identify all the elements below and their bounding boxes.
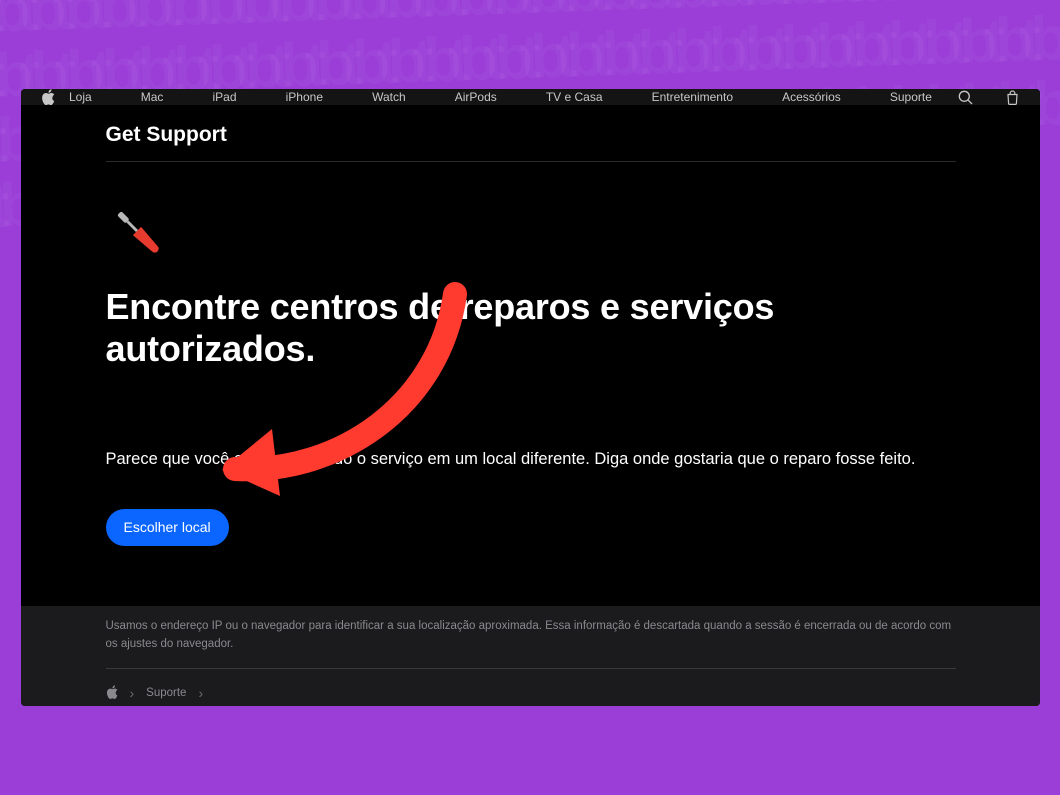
page-content: Get Support Encontre centros de reparos … bbox=[106, 105, 956, 606]
apple-logo-small-icon[interactable] bbox=[106, 685, 118, 702]
nav-item-tv-casa[interactable]: TV e Casa bbox=[546, 90, 603, 104]
nav-item-ipad[interactable]: iPad bbox=[213, 90, 237, 104]
footer: Usamos o endereço IP ou o navegador para… bbox=[21, 606, 1040, 706]
screwdriver-icon bbox=[106, 200, 956, 262]
footer-divider-1 bbox=[106, 668, 956, 669]
choose-location-button[interactable]: Escolher local bbox=[106, 509, 229, 546]
breadcrumb: › Suporte › bbox=[106, 683, 956, 704]
nav-links: Loja Mac iPad iPhone Watch AirPods TV e … bbox=[55, 90, 944, 104]
footer-ip-notice: Usamos o endereço IP ou o navegador para… bbox=[106, 618, 956, 654]
nav-item-watch[interactable]: Watch bbox=[372, 90, 406, 104]
nav-item-loja[interactable]: Loja bbox=[69, 90, 92, 104]
nav-item-mac[interactable]: Mac bbox=[141, 90, 164, 104]
breadcrumb-suporte[interactable]: Suporte bbox=[146, 687, 186, 699]
chevron-right-icon: › bbox=[130, 685, 135, 701]
search-icon[interactable] bbox=[958, 90, 973, 105]
bag-icon[interactable] bbox=[1005, 90, 1020, 105]
apple-logo-icon[interactable] bbox=[41, 89, 55, 105]
nav-item-acessorios[interactable]: Acessórios bbox=[782, 90, 841, 104]
subtext: Parece que você está agendando o serviço… bbox=[106, 450, 956, 469]
chevron-right-icon: › bbox=[198, 685, 203, 701]
browser-window: Loja Mac iPad iPhone Watch AirPods TV e … bbox=[21, 89, 1040, 706]
hero-section: Encontre centros de reparos e serviços a… bbox=[106, 162, 956, 606]
headline: Encontre centros de reparos e serviços a… bbox=[106, 286, 956, 370]
nav-item-airpods[interactable]: AirPods bbox=[455, 90, 497, 104]
global-nav: Loja Mac iPad iPhone Watch AirPods TV e … bbox=[21, 89, 1040, 105]
page-title: Get Support bbox=[106, 123, 956, 161]
nav-item-suporte[interactable]: Suporte bbox=[890, 90, 932, 104]
nav-item-iphone[interactable]: iPhone bbox=[286, 90, 323, 104]
nav-item-entretenimento[interactable]: Entretenimento bbox=[652, 90, 733, 104]
